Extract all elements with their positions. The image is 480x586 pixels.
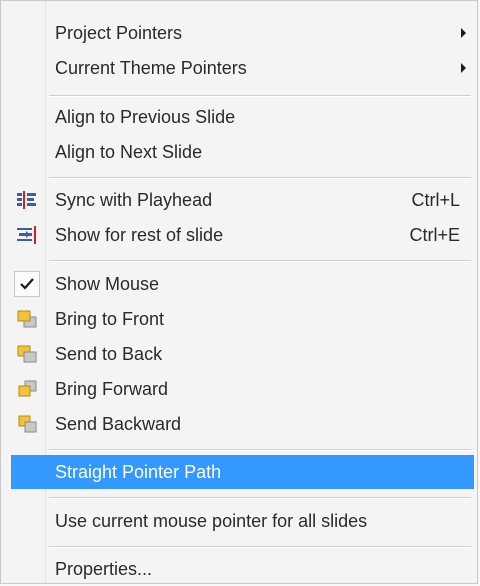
menu-item-label: Bring Forward bbox=[55, 378, 169, 399]
menu-item-align-previous-slide[interactable]: Align to Previous Slide bbox=[4, 100, 474, 134]
menu-item-label: Project Pointers bbox=[55, 22, 183, 43]
menu-separator bbox=[49, 449, 471, 451]
menu-separator bbox=[49, 177, 471, 179]
menu-item-current-theme-pointers[interactable]: Current Theme Pointers bbox=[4, 51, 474, 85]
menu-item-label: Straight Pointer Path bbox=[55, 461, 222, 482]
menu-item-straight-pointer-path[interactable]: Straight Pointer Path bbox=[11, 455, 474, 489]
submenu-arrow-icon bbox=[461, 28, 466, 38]
menu-item-label: Show for rest of slide bbox=[55, 224, 224, 245]
menu-item-label: Align to Next Slide bbox=[55, 141, 203, 162]
bring-forward-icon bbox=[16, 379, 38, 399]
menu-item-shortcut: Ctrl+L bbox=[411, 189, 460, 210]
menu-separator bbox=[49, 95, 471, 97]
menu-item-label: Align to Previous Slide bbox=[55, 106, 236, 127]
menu-item-use-current-pointer-all-slides[interactable]: Use current mouse pointer for all slides bbox=[4, 504, 474, 538]
menu-item-send-to-back[interactable]: Send to Back bbox=[4, 337, 474, 371]
menu-item-label: Current Theme Pointers bbox=[55, 57, 247, 78]
checkmark-icon bbox=[14, 271, 40, 297]
sync-playhead-icon bbox=[16, 190, 38, 210]
menu-item-show-for-rest-of-slide[interactable]: Show for rest of slide Ctrl+E bbox=[4, 218, 474, 252]
menu-separator bbox=[49, 546, 471, 548]
menu-item-align-next-slide[interactable]: Align to Next Slide bbox=[4, 135, 474, 169]
menu-item-label: Send Backward bbox=[55, 413, 182, 434]
submenu-arrow-icon bbox=[461, 63, 466, 73]
bring-to-front-icon bbox=[16, 309, 38, 329]
menu-item-sync-with-playhead[interactable]: Sync with Playhead Ctrl+L bbox=[4, 183, 474, 217]
menu-separator bbox=[49, 260, 471, 262]
menu-item-shortcut: Ctrl+E bbox=[409, 224, 460, 245]
menu-separator bbox=[49, 497, 471, 499]
menu-item-label: Sync with Playhead bbox=[55, 189, 213, 210]
menu-item-label: Show Mouse bbox=[55, 273, 160, 294]
send-backward-icon bbox=[16, 414, 38, 434]
menu-item-label: Send to Back bbox=[55, 343, 163, 364]
show-rest-icon bbox=[16, 225, 38, 245]
menu-item-label: Bring to Front bbox=[55, 308, 165, 329]
menu-item-label: Properties... bbox=[55, 558, 153, 579]
context-menu: Project Pointers Current Theme Pointers … bbox=[0, 0, 478, 584]
menu-item-send-backward[interactable]: Send Backward bbox=[4, 407, 474, 441]
menu-item-properties[interactable]: Properties... bbox=[4, 552, 474, 586]
menu-item-bring-to-front[interactable]: Bring to Front bbox=[4, 302, 474, 336]
menu-item-label: Use current mouse pointer for all slides bbox=[55, 510, 368, 531]
menu-item-project-pointers[interactable]: Project Pointers bbox=[4, 16, 474, 50]
menu-item-show-mouse[interactable]: Show Mouse bbox=[4, 267, 474, 301]
send-to-back-icon bbox=[16, 344, 38, 364]
menu-item-bring-forward[interactable]: Bring Forward bbox=[4, 372, 474, 406]
